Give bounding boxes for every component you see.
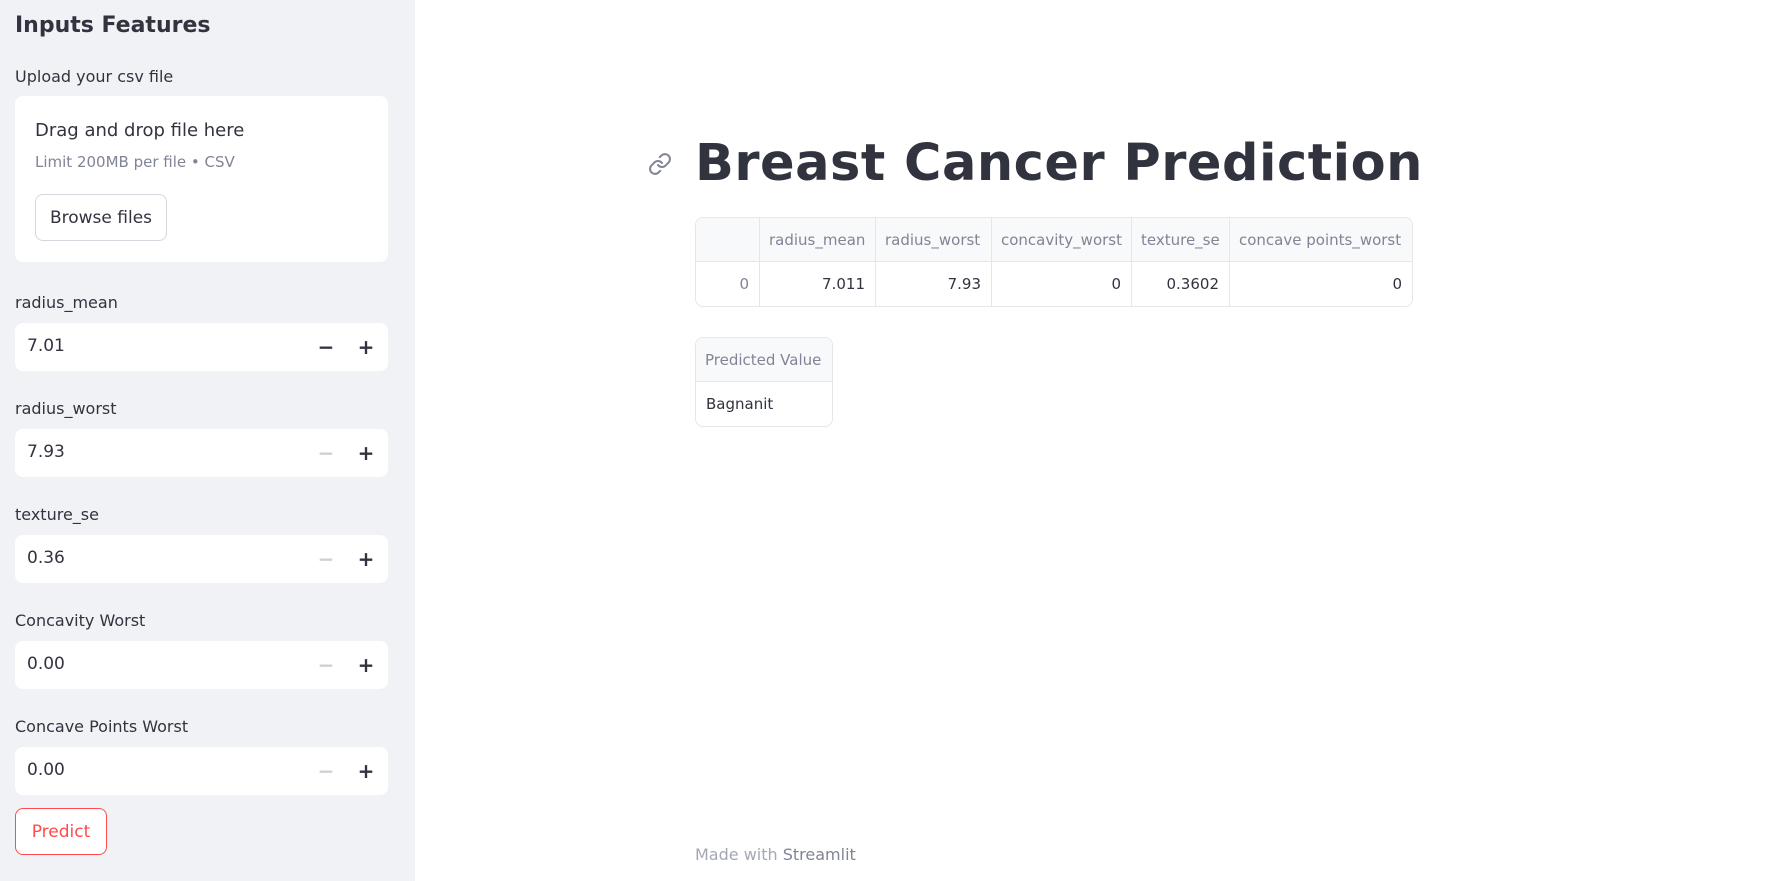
table-header-row: radius_mean radius_worst concavity_worst…: [696, 218, 1412, 262]
streamlit-link[interactable]: Streamlit: [783, 845, 856, 864]
radius-worst-label: radius_worst: [15, 399, 117, 418]
table-cell: 7.011: [760, 262, 876, 306]
link-icon[interactable]: [648, 152, 672, 176]
table-row: Bagnanit: [696, 382, 832, 426]
plus-icon[interactable]: +: [346, 641, 386, 689]
minus-icon[interactable]: −: [306, 747, 346, 795]
table-header[interactable]: radius_mean: [760, 218, 876, 262]
radius-worst-value[interactable]: 7.93: [27, 442, 65, 462]
browse-files-button[interactable]: Browse files: [35, 194, 167, 241]
concavity-worst-label: Concavity Worst: [15, 611, 146, 630]
plus-icon[interactable]: +: [346, 535, 386, 583]
table-cell: 0: [992, 262, 1132, 306]
concavity-worst-input[interactable]: 0.00 − +: [15, 641, 388, 689]
table-header[interactable]: concavity_worst: [992, 218, 1132, 262]
table-header-row: Predicted Value: [696, 338, 832, 382]
predict-button[interactable]: Predict: [15, 808, 107, 855]
plus-icon[interactable]: +: [346, 323, 386, 371]
table-header[interactable]: Predicted Value: [696, 338, 832, 382]
concave-points-worst-label: Concave Points Worst: [15, 717, 189, 736]
upload-label: Upload your csv file: [15, 67, 174, 86]
page-title: Breast Cancer Prediction: [695, 134, 1423, 193]
table-cell-index: 0: [696, 262, 760, 306]
table-cell: 0.3602: [1132, 262, 1230, 306]
footer: Made with Streamlit: [695, 845, 856, 864]
minus-icon[interactable]: −: [306, 429, 346, 477]
radius-mean-label: radius_mean: [15, 293, 118, 312]
concave-points-worst-value[interactable]: 0.00: [27, 760, 65, 780]
table-row: 0 7.011 7.93 0 0.3602 0: [696, 262, 1412, 306]
minus-icon[interactable]: −: [306, 323, 346, 371]
radius-mean-input[interactable]: 7.01 − +: [15, 323, 388, 371]
plus-icon[interactable]: +: [346, 747, 386, 795]
texture-se-label: texture_se: [15, 505, 99, 524]
table-header[interactable]: concave points_worst: [1230, 218, 1412, 262]
file-uploader-dropzone[interactable]: Drag and drop file here Limit 200MB per …: [15, 96, 388, 262]
upload-drop-text: Drag and drop file here: [35, 120, 245, 141]
concavity-worst-value[interactable]: 0.00: [27, 654, 65, 674]
prediction-table: Predicted Value Bagnanit: [695, 337, 833, 427]
input-data-table: radius_mean radius_worst concavity_worst…: [695, 217, 1413, 307]
sidebar: Inputs Features Upload your csv file Dra…: [0, 0, 415, 881]
table-cell: 0: [1392, 275, 1402, 293]
table-header[interactable]: radius_worst: [876, 218, 992, 262]
sidebar-title: Inputs Features: [15, 13, 211, 38]
upload-limit-text: Limit 200MB per file • CSV: [35, 153, 235, 171]
minus-icon[interactable]: −: [306, 535, 346, 583]
plus-icon[interactable]: +: [346, 429, 386, 477]
texture-se-input[interactable]: 0.36 − +: [15, 535, 388, 583]
table-cell: 7.93: [876, 262, 992, 306]
prediction-value: Bagnanit: [706, 395, 774, 413]
texture-se-value[interactable]: 0.36: [27, 548, 65, 568]
table-header[interactable]: texture_se: [1132, 218, 1230, 262]
radius-worst-input[interactable]: 7.93 − +: [15, 429, 388, 477]
concave-points-worst-input[interactable]: 0.00 − +: [15, 747, 388, 795]
radius-mean-value[interactable]: 7.01: [27, 336, 65, 356]
table-header-index: [696, 218, 760, 262]
footer-prefix: Made with: [695, 845, 783, 864]
minus-icon[interactable]: −: [306, 641, 346, 689]
